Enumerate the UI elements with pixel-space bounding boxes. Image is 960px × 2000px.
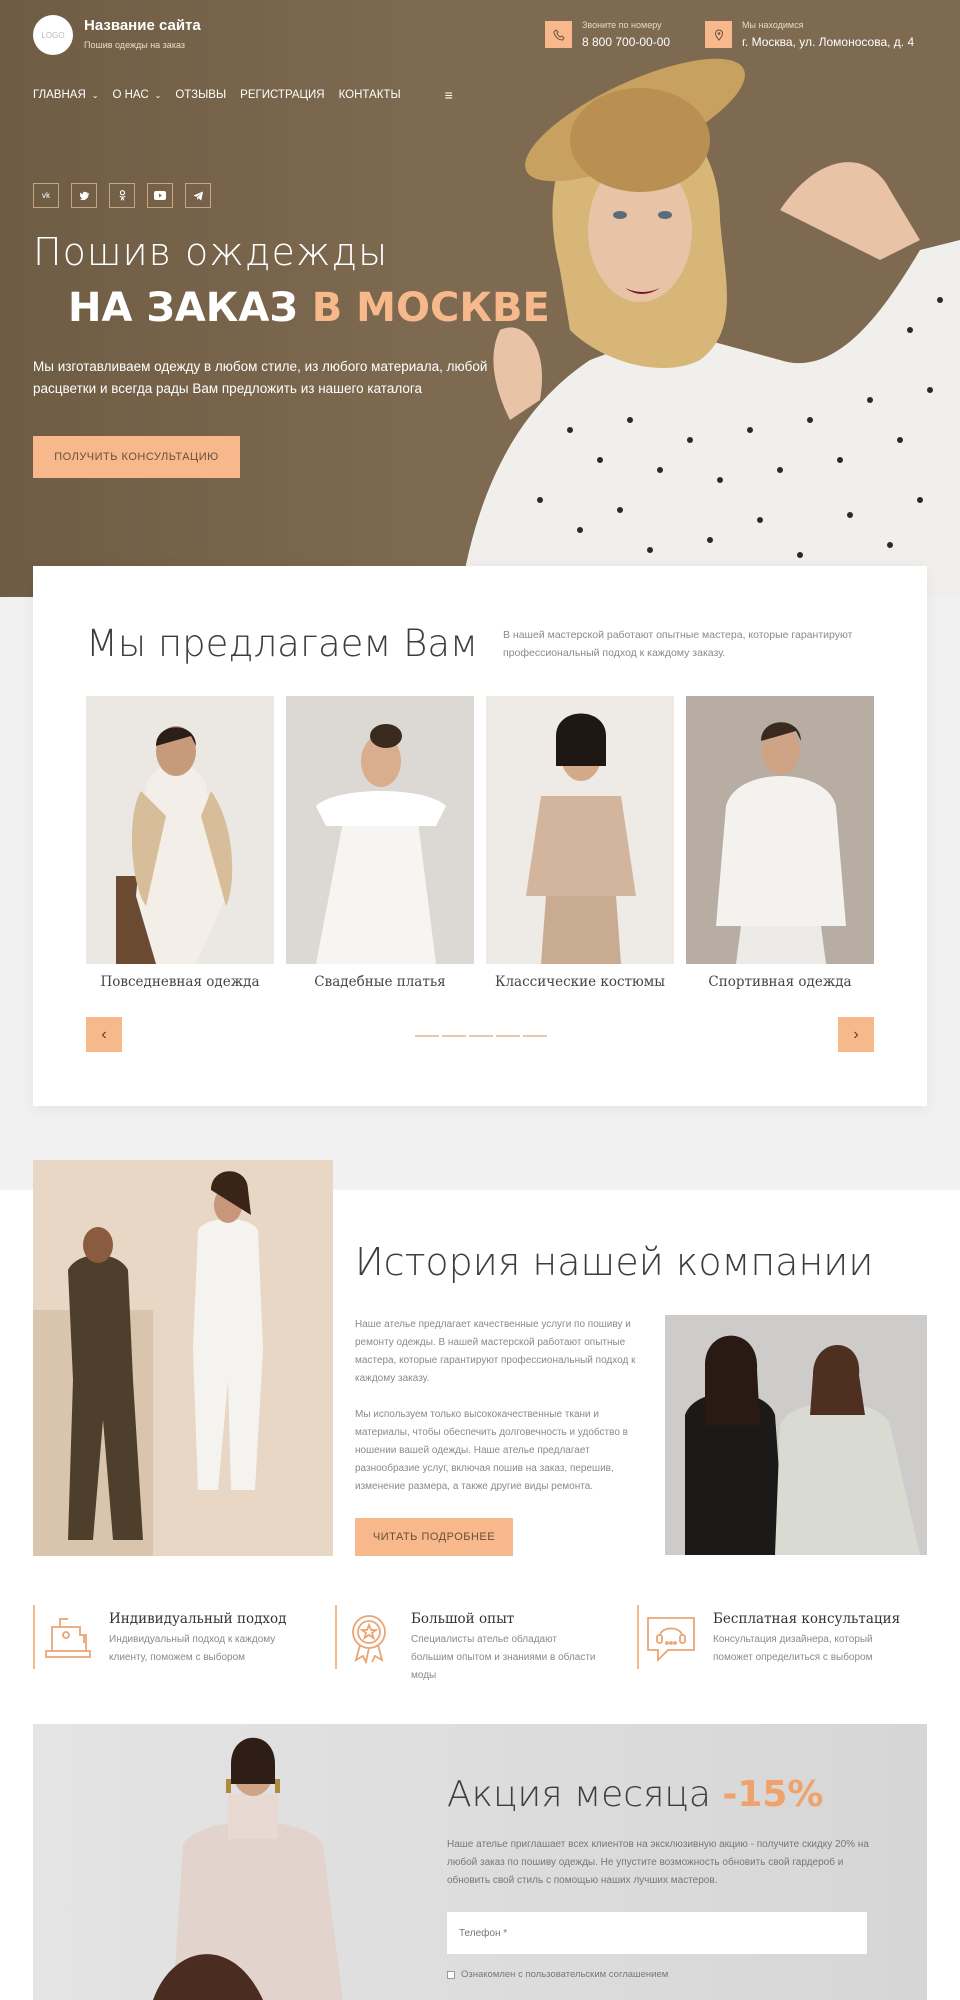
phone-number[interactable]: 8 800 700-00-00: [582, 35, 670, 49]
offer-section: Мы предлагаем Вам В нашей мастерской раб…: [33, 566, 927, 1106]
agreement-label: Ознакомлен с пользовательским соглашение…: [461, 1969, 669, 1980]
read-more-button[interactable]: ЧИТАТЬ ПОДРОБНЕЕ: [355, 1518, 513, 1556]
category-card-classic[interactable]: Классические костюмы: [486, 696, 674, 990]
feature-text: Консультация дизайнера, который поможет …: [713, 1634, 873, 1663]
main-nav: ГЛАВНАЯ ⌄ О НАС ⌄ ОТЗЫВЫ РЕГИСТРАЦИЯ КОНТА…: [33, 87, 467, 103]
social-links: vk: [33, 183, 223, 208]
location-icon: [705, 21, 732, 48]
history-main-photo: [33, 1160, 333, 1556]
feature-title: Индивидуальный подход: [109, 1611, 287, 1627]
slider-dots: [415, 1035, 550, 1037]
chevron-left-icon: ‹: [101, 1025, 107, 1043]
chevron-down-icon: ⌄: [154, 90, 162, 100]
consultation-chat-icon: [637, 1605, 703, 1669]
feature-text: Специалисты ателье обладают большим опыт…: [411, 1634, 596, 1681]
history-paragraph-1: Наше ателье предлагает качественные услу…: [355, 1319, 636, 1384]
feature-title: Большой опыт: [411, 1611, 515, 1627]
telegram-icon[interactable]: [185, 183, 211, 208]
category-label: Свадебные платья: [314, 974, 446, 990]
site-subtitle: Пошив одежды на заказ: [84, 40, 185, 50]
history-paragraph-2: Мы используем только высококачественные …: [355, 1409, 628, 1492]
offer-title: Мы предлагаем Вам: [86, 622, 478, 665]
twitter-icon[interactable]: [71, 183, 97, 208]
slider-next-button[interactable]: ›: [838, 1017, 874, 1052]
category-card-casual[interactable]: Повседневная одежда: [86, 696, 274, 990]
feature-text: Индивидуальный подход к каждому клиенту,…: [109, 1634, 276, 1663]
category-cards: Повседневная одежда Свадебные платья Кла…: [86, 696, 886, 990]
history-title: История нашей компании: [355, 1240, 874, 1284]
promo-model-photo: [153, 1737, 343, 2000]
slider-dot[interactable]: [442, 1035, 466, 1037]
address-label: Мы находимся: [742, 20, 804, 30]
wedding-dress-photo: [286, 696, 474, 964]
hero-title-line1: Пошив ождежды: [33, 230, 389, 274]
category-label: Повседневная одежда: [100, 974, 260, 990]
category-card-wedding[interactable]: Свадебные платья: [286, 696, 474, 990]
nav-item-contacts[interactable]: КОНТАКТЫ: [339, 89, 401, 101]
phone-icon: [545, 21, 572, 48]
site-name[interactable]: Название сайта: [84, 17, 201, 34]
chevron-down-icon: ⌄: [91, 90, 99, 100]
consultation-button[interactable]: ПОЛУЧИТЬ КОНСУЛЬТАЦИЮ: [33, 436, 240, 478]
phone-contact[interactable]: Звоните по номеру 8 800 700-00-00: [545, 20, 670, 49]
offer-description: В нашей мастерской работают опытные маст…: [503, 629, 853, 659]
youtube-icon[interactable]: [147, 183, 173, 208]
hero-description: Мы изготавливаем одежду в любом стиле, и…: [33, 359, 488, 396]
sewing-machine-icon: [33, 1605, 99, 1669]
category-label: Спортивная одежда: [708, 974, 852, 990]
category-card-sport[interactable]: Спортивная одежда: [686, 696, 874, 990]
nav-item-about[interactable]: О НАС ⌄: [112, 89, 161, 101]
feature-title: Бесплатная консультация: [713, 1611, 901, 1627]
agreement-checkbox-row[interactable]: Ознакомлен с пользовательским соглашение…: [447, 1969, 668, 1980]
address-contact: Мы находимся г. Москва, ул. Ломоносова, …: [705, 20, 914, 49]
slider-dot[interactable]: [415, 1035, 439, 1037]
hero-section: LOGO Название сайта Пошив одежды на зака…: [0, 0, 960, 597]
promo-text: Наше ателье приглашает всех клиентов на …: [447, 1839, 869, 1886]
slider-prev-button[interactable]: ‹: [86, 1017, 122, 1052]
odnoklassniki-icon[interactable]: [109, 183, 135, 208]
slider-dot[interactable]: [523, 1035, 547, 1037]
feature-consultation: Бесплатная консультация Консультация диз…: [637, 1605, 903, 1669]
nav-item-registration[interactable]: РЕГИСТРАЦИЯ: [240, 89, 324, 101]
feature-experience: Большой опыт Специалисты ателье обладают…: [335, 1605, 601, 1685]
nav-item-reviews[interactable]: ОТЗЫВЫ: [175, 89, 226, 101]
promo-discount: -15%: [722, 1774, 824, 1815]
agreement-checkbox[interactable]: [447, 1970, 455, 1979]
nav-item-home[interactable]: ГЛАВНАЯ ⌄: [33, 89, 98, 101]
hero-title-accent: В МОСКВЕ: [311, 285, 550, 331]
vk-icon[interactable]: vk: [33, 183, 59, 208]
phone-label: Звоните по номеру: [582, 20, 662, 30]
hamburger-icon[interactable]: ≡: [445, 87, 453, 103]
history-secondary-photo: [665, 1315, 927, 1555]
logo[interactable]: LOGO: [33, 15, 73, 55]
promo-title: Акция месяца -15%: [447, 1774, 824, 1815]
slider-dot[interactable]: [469, 1035, 493, 1037]
award-badge-icon: [335, 1605, 401, 1669]
feature-individual: Индивидуальный подход Индивидуальный под…: [33, 1605, 299, 1669]
category-label: Классические костюмы: [495, 974, 665, 990]
phone-input[interactable]: [447, 1912, 867, 1954]
chevron-right-icon: ›: [853, 1025, 859, 1043]
hero-title-line2: НА ЗАКАЗ В МОСКВЕ: [68, 285, 550, 331]
slider-dot[interactable]: [496, 1035, 520, 1037]
promo-section: Акция месяца -15% Наше ателье приглашает…: [33, 1724, 927, 2000]
sportswear-photo: [686, 696, 874, 964]
address-text: г. Москва, ул. Ломоносова, д. 4: [742, 35, 915, 49]
classic-suit-photo: [486, 696, 674, 964]
casual-wear-photo: [86, 696, 274, 964]
